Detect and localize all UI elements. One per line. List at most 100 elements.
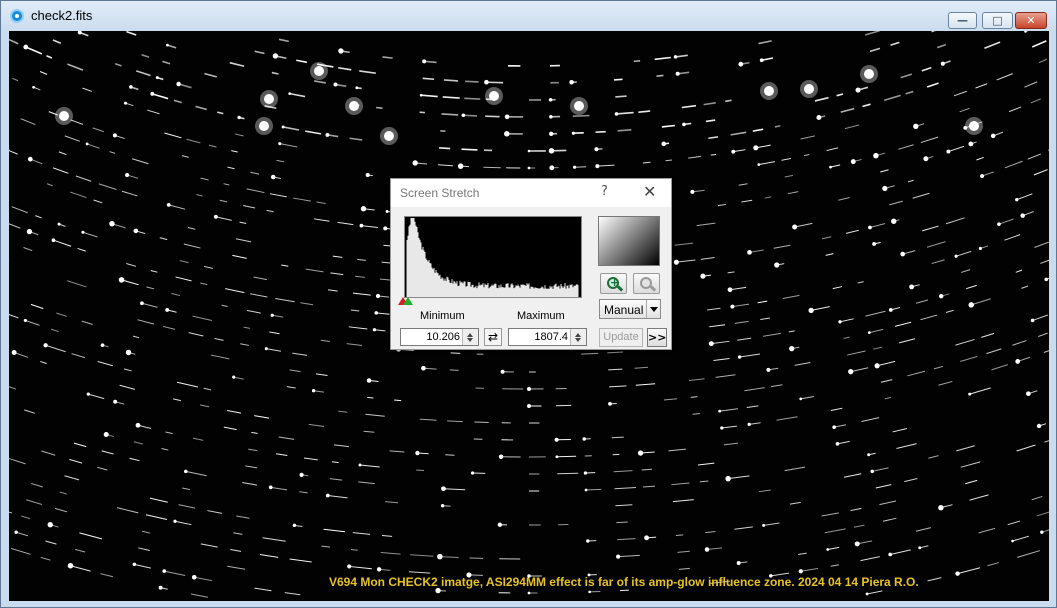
chevron-down-icon[interactable] [646,300,660,318]
star [900,251,906,257]
star-trail [721,425,737,429]
star-trail [64,135,80,142]
star-trail [359,464,380,468]
star-trail [26,499,43,505]
star [461,113,466,118]
star-trail [709,324,726,328]
star-trail [9,511,13,514]
more-options-button[interactable]: >> [647,328,667,347]
star-trail [933,365,944,370]
star [360,206,367,212]
star-trail [162,60,171,65]
star [299,472,304,477]
star [923,156,929,162]
maximum-label: Maximum [517,310,565,322]
update-button[interactable]: Update [599,328,643,347]
star-trail [723,442,739,446]
star-trail [253,276,268,281]
star-trail [915,527,932,532]
star-trail [1031,495,1043,501]
star [700,273,706,279]
stretch-mode-select[interactable]: Manual [599,299,661,319]
star-trail [262,537,286,542]
star-trail [879,500,897,506]
star-trail [173,398,181,402]
star [614,112,619,116]
star [422,59,427,64]
help-icon[interactable]: ? [601,184,608,199]
minimum-spinner[interactable] [462,329,478,345]
histogram[interactable] [404,216,582,298]
star-trail [109,151,116,154]
star-trail [616,521,628,524]
star-trail [776,416,798,421]
star-trail [77,247,86,252]
star-trail [572,114,590,118]
star [500,369,505,374]
star-trail [1034,241,1049,248]
star [527,166,531,170]
star-trail [346,343,362,346]
star-trail [419,418,437,421]
star-trail [880,169,889,173]
image-caption: V694 Mon CHECK2 imatge, ASI294MM effect … [329,575,919,589]
star-trail [119,384,136,390]
star-trail [862,103,871,108]
star [133,228,139,234]
star-trail [149,497,168,503]
star-trail [843,336,850,339]
star-trail [921,66,932,72]
star-trail [794,362,811,366]
star-trail [984,41,1001,50]
star-trail [246,309,261,314]
star-trail [422,77,435,81]
star [118,277,125,283]
star-trail [996,73,1013,81]
dialog-close-icon[interactable]: ✕ [643,182,656,201]
star [946,149,951,154]
star-trail [175,276,192,282]
star-trail [243,326,251,329]
star-trail [178,504,196,509]
star-trail [421,94,438,98]
star [978,246,983,251]
star [14,530,18,534]
star-trail [221,304,228,307]
star [1030,318,1035,323]
star [26,228,33,235]
star-trail [9,150,18,155]
minimum-input[interactable]: 10.206 [400,328,479,346]
star-trail [70,119,84,125]
star-trail [1008,106,1022,113]
star-trail [24,409,36,414]
star [504,131,510,137]
star [441,486,446,492]
star-trail [81,320,93,325]
star [792,224,798,230]
star-trail [349,137,363,141]
star [374,311,379,315]
maximize-button[interactable]: □ [982,12,1013,29]
star-trail [266,348,282,352]
maximum-input[interactable]: 1807.4 [508,328,587,346]
star-trail [674,242,694,246]
zoom-in-button[interactable]: + [600,273,627,294]
star-trail [337,221,354,226]
app-icon[interactable] [10,9,24,23]
minimize-button[interactable]: — [948,12,977,29]
maximum-spinner[interactable] [570,329,586,345]
star-trail [231,150,238,153]
star-trail [147,109,160,115]
star-trail [173,99,182,104]
zoom-out-button[interactable] [633,273,660,294]
star-trail [717,203,726,207]
star [440,503,445,508]
star-trail [266,209,274,213]
dialog-title-bar[interactable]: Screen Stretch ? ✕ [391,179,671,207]
star-trail [338,66,352,71]
histogram-markers[interactable] [397,296,417,306]
star-trail [896,443,917,449]
close-button[interactable]: ✕ [1015,12,1047,29]
swap-button[interactable]: ⇄ [484,328,502,346]
title-bar[interactable]: check2.fits — □ ✕ [1,1,1056,31]
